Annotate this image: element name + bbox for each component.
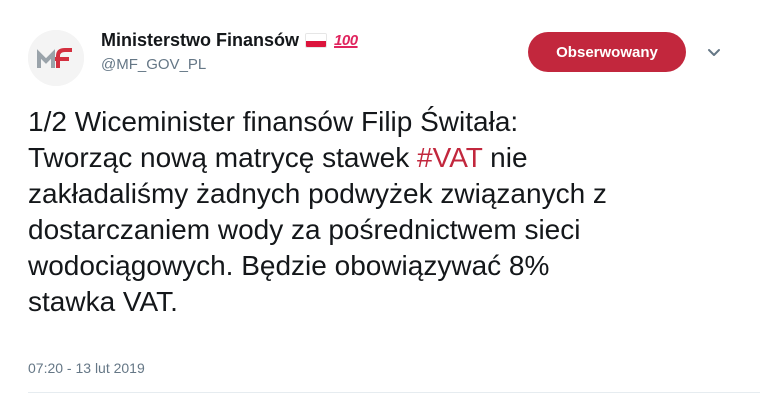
poland-flag-icon	[305, 33, 328, 48]
avatar[interactable]	[28, 30, 84, 86]
author-name[interactable]: Ministerstwo Finansów	[101, 30, 299, 51]
author-handle[interactable]: @MF_GOV_PL	[101, 56, 206, 73]
tweet-timestamp[interactable]: 07:20 - 13 lut 2019	[28, 360, 145, 376]
chevron-down-icon[interactable]	[706, 44, 722, 60]
mf-logo-icon	[28, 30, 84, 86]
hashtag-link[interactable]: #VAT	[417, 142, 482, 173]
hundred-points-icon: 100	[334, 32, 358, 49]
tweet-text-segment: Tworząc nową matrycę stawek	[28, 142, 418, 173]
divider	[28, 392, 760, 393]
tweet-line: zakładaliśmy żadnych podwyżek związanych…	[28, 178, 607, 209]
tweet-text: 1/2 Wiceminister finansów Filip Świtała:…	[28, 104, 748, 320]
tweet-line: dostarczaniem wody za pośrednictwem siec…	[28, 214, 581, 245]
tweet-line: stawka VAT.	[28, 286, 178, 317]
tweet-line: 1/2 Wiceminister finansów Filip Świtała:	[28, 106, 519, 137]
tweet-text-segment: nie	[482, 142, 528, 173]
tweet-line: wodociągowych. Będzie obowiązywać 8%	[28, 250, 550, 281]
tweet-line: Tworząc nową matrycę stawek #VAT nie	[28, 140, 748, 176]
tweet-card: Ministerstwo Finansów 100 @MF_GOV_PL Obs…	[0, 0, 760, 400]
following-button[interactable]: Obserwowany	[528, 32, 686, 72]
author-name-row: Ministerstwo Finansów 100	[101, 30, 358, 51]
